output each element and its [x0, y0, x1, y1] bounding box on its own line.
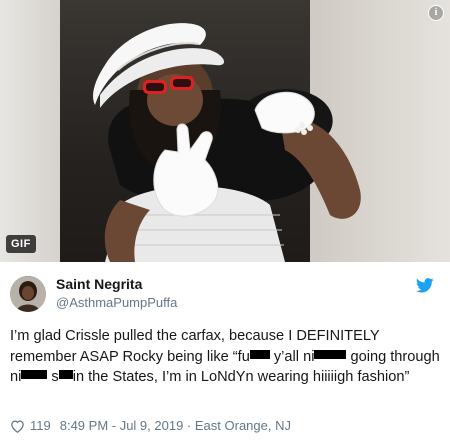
tweet-text-part: I’m glad Crissle pulled the carfax, beca… [10, 328, 380, 365]
twitter-bird-icon[interactable] [416, 278, 434, 293]
tweet-media[interactable]: GIF i [0, 0, 450, 262]
gif-badge: GIF [6, 235, 36, 253]
redaction-bar [21, 370, 48, 379]
redaction-bar [314, 349, 347, 359]
meta-separator: · [183, 418, 195, 433]
tweet-card[interactable]: Saint Negrita @AsthmaPumpPuffa I’m glad … [0, 262, 450, 442]
gif-still [93, 23, 361, 262]
redaction-bar [249, 349, 270, 359]
timestamp[interactable]: 8:49 PM - Jul 9, 2019 [60, 418, 184, 433]
tweet-text-part: in the States, I’m in LoNdYn wearing hii… [72, 369, 410, 385]
info-icon[interactable]: i [428, 5, 444, 21]
avatar-photo [10, 276, 46, 312]
tweet-text-part: s [47, 369, 59, 385]
author-name[interactable]: Saint Negrita [56, 276, 142, 292]
tweet-meta: 119 8:49 PM - Jul 9, 2019 · East Orange,… [10, 418, 291, 433]
tweet-text: I’m glad Crissle pulled the carfax, beca… [10, 326, 440, 388]
tweet-text-part: y’all ni [269, 348, 315, 365]
heart-icon[interactable] [10, 419, 25, 433]
location[interactable]: East Orange, NJ [195, 418, 291, 433]
author-handle[interactable]: @AsthmaPumpPuffa [56, 295, 177, 310]
redaction-bar [58, 370, 73, 379]
avatar[interactable] [10, 276, 46, 312]
like-count[interactable]: 119 [30, 418, 51, 433]
